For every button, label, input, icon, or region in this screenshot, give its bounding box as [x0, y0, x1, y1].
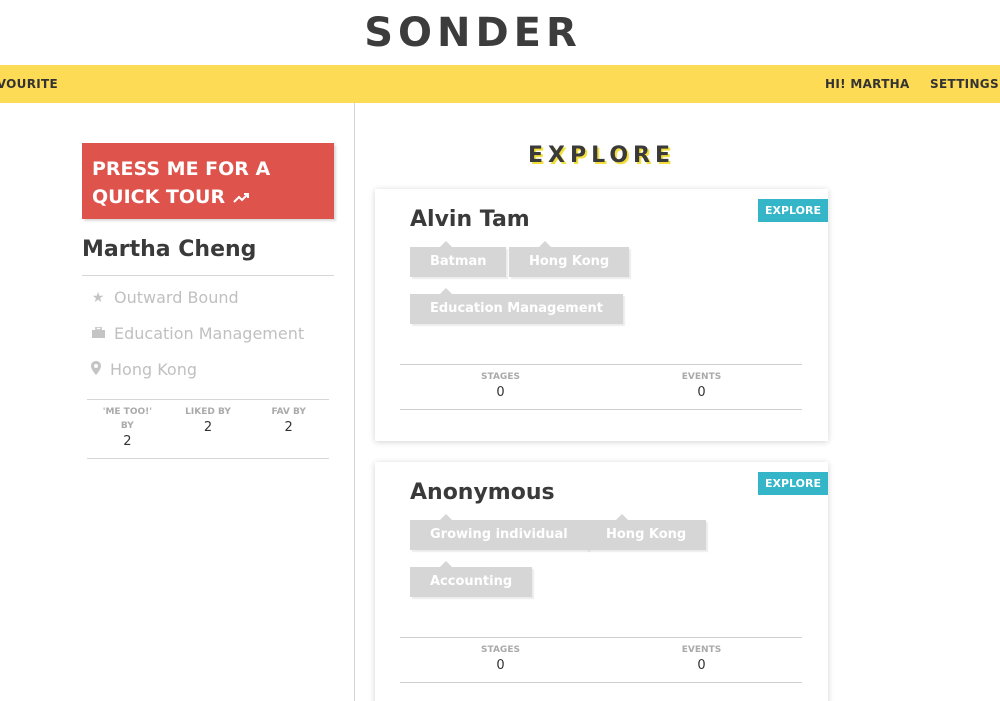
- card-stats: STAGES 0 EVENTS 0: [400, 637, 802, 683]
- stat-value: 2: [203, 420, 213, 435]
- profile-location-text: Hong Kong: [110, 360, 197, 379]
- card-stat-events: EVENTS 0: [601, 365, 802, 409]
- tag-pill[interactable]: Growing individual: [410, 514, 588, 550]
- card-stat-events: EVENTS 0: [601, 638, 802, 682]
- profile-stats: 'ME TOO!' BY 2 LIKED BY 2 FAV BY 2: [87, 399, 329, 459]
- card-name[interactable]: Alvin Tam: [410, 207, 530, 232]
- tag-pill[interactable]: Accounting: [410, 561, 533, 597]
- star-icon: ★: [91, 289, 105, 306]
- quick-tour-button[interactable]: PRESS ME FOR A QUICK TOUR: [82, 143, 334, 219]
- trending-up-icon: [233, 184, 251, 212]
- profile-location: Hong Kong: [90, 360, 197, 379]
- profile-divider: [82, 275, 334, 276]
- tag-pill[interactable]: Education Management: [410, 288, 623, 324]
- card-stat-label: EVENTS: [681, 372, 722, 382]
- card-stat-label: STAGES: [481, 645, 520, 655]
- card-stats: STAGES 0 EVENTS 0: [400, 364, 802, 410]
- stat-me-too[interactable]: 'ME TOO!' BY 2: [87, 400, 168, 458]
- card-stat-label: STAGES: [481, 372, 520, 382]
- top-navbar: AVOURITE HI! MARTHA SETTINGS: [0, 65, 1000, 103]
- profile-interest-text: Outward Bound: [114, 288, 239, 307]
- card-name[interactable]: Anonymous: [410, 480, 555, 505]
- nav-favourite-link[interactable]: AVOURITE: [0, 77, 58, 91]
- card-stat-value: 0: [697, 658, 706, 673]
- tag-pill[interactable]: Hong Kong: [509, 241, 630, 277]
- stat-fav-by[interactable]: FAV BY 2: [248, 400, 329, 458]
- stat-liked-by[interactable]: LIKED BY 2: [168, 400, 249, 458]
- brand-logo[interactable]: SONDER: [0, 10, 946, 56]
- stat-label: 'ME TOO!' BY: [102, 407, 152, 431]
- card-stat-stages: STAGES 0: [400, 365, 601, 409]
- explore-heading: EXPLORE: [528, 143, 676, 168]
- nav-settings-link[interactable]: SETTINGS: [930, 77, 999, 91]
- stat-label: LIKED BY: [185, 407, 231, 417]
- tag-pill[interactable]: Hong Kong: [586, 514, 707, 550]
- card-stat-label: EVENTS: [681, 645, 722, 655]
- profile-industry-text: Education Management: [114, 324, 305, 343]
- card-stat-value: 0: [697, 385, 706, 400]
- stat-label: FAV BY: [271, 407, 306, 417]
- map-pin-icon: [90, 360, 102, 379]
- explore-badge-button[interactable]: EXPLORE: [757, 199, 828, 222]
- nav-user-greeting[interactable]: HI! MARTHA: [825, 77, 910, 91]
- profile-name: Martha Cheng: [82, 237, 257, 262]
- profile-interest: ★ Outward Bound: [90, 288, 239, 307]
- profile-card: Alvin Tam EXPLORE Batman Hong Kong Educa…: [375, 189, 828, 441]
- explore-badge-button[interactable]: EXPLORE: [757, 472, 828, 495]
- card-stat-stages: STAGES 0: [400, 638, 601, 682]
- card-stat-value: 0: [496, 658, 505, 673]
- tag-pill[interactable]: Batman: [410, 241, 507, 277]
- stat-value: 2: [123, 434, 132, 449]
- briefcase-icon: [90, 325, 106, 342]
- card-stat-value: 0: [496, 385, 505, 400]
- profile-industry: Education Management: [90, 324, 304, 343]
- profile-card: Anonymous EXPLORE Growing individual Hon…: [375, 462, 828, 701]
- stat-value: 2: [284, 420, 293, 435]
- vertical-divider: [354, 103, 355, 701]
